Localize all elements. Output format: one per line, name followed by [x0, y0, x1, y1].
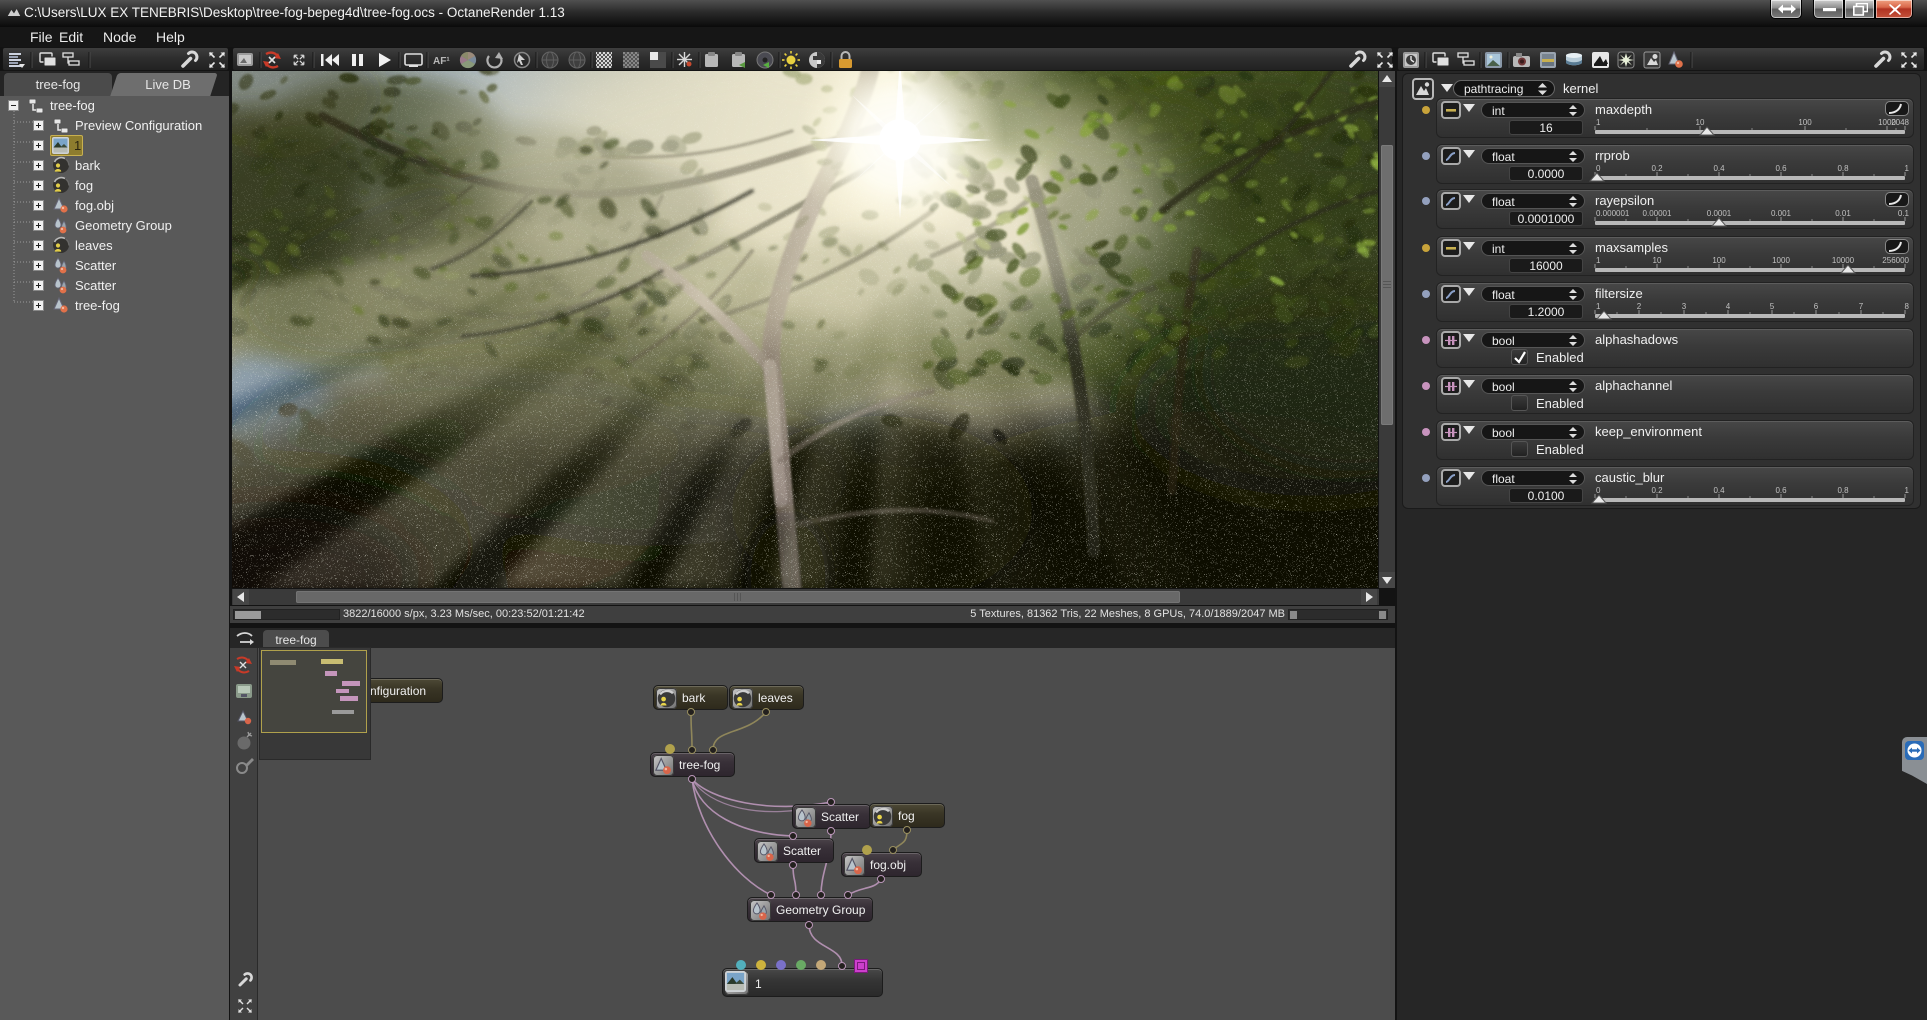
svg-text:100: 100 [1798, 118, 1812, 127]
svg-text:0.0001: 0.0001 [1707, 209, 1732, 218]
svg-text:0.000001: 0.000001 [1596, 209, 1630, 218]
svg-text:0.8: 0.8 [1837, 164, 1849, 173]
svg-text:10000: 10000 [1832, 256, 1855, 265]
svg-text:0.4: 0.4 [1713, 164, 1725, 173]
svg-text:0.2: 0.2 [1651, 486, 1663, 495]
svg-text:8: 8 [1905, 302, 1910, 311]
svg-text:3: 3 [1682, 302, 1687, 311]
svg-text:1: 1 [1596, 302, 1601, 311]
svg-text:100: 100 [1712, 256, 1726, 265]
svg-text:0.6: 0.6 [1775, 164, 1787, 173]
svg-text:0: 0 [1596, 486, 1601, 495]
svg-text:2048: 2048 [1891, 118, 1909, 127]
svg-text:0: 0 [1596, 164, 1601, 173]
svg-text:1: 1 [1596, 256, 1601, 265]
svg-text:1: 1 [1905, 486, 1910, 495]
svg-text:0.00001: 0.00001 [1643, 209, 1672, 218]
svg-text:6: 6 [1814, 302, 1819, 311]
svg-text:5: 5 [1770, 302, 1775, 311]
svg-text:1: 1 [1905, 164, 1910, 173]
svg-text:0.2: 0.2 [1651, 164, 1663, 173]
svg-text:1: 1 [1596, 118, 1601, 127]
svg-text:0.8: 0.8 [1837, 486, 1849, 495]
svg-text:0.001: 0.001 [1771, 209, 1792, 218]
svg-text:7: 7 [1859, 302, 1864, 311]
svg-text:1000: 1000 [1772, 256, 1790, 265]
svg-text:4: 4 [1726, 302, 1731, 311]
svg-text:10: 10 [1653, 256, 1662, 265]
svg-text:0.6: 0.6 [1775, 486, 1787, 495]
svg-text:2: 2 [1637, 302, 1642, 311]
svg-text:0.01: 0.01 [1835, 209, 1851, 218]
svg-text:0.1: 0.1 [1898, 209, 1910, 218]
svg-text:256000: 256000 [1882, 256, 1909, 265]
svg-text:0.4: 0.4 [1713, 486, 1725, 495]
svg-text:10: 10 [1696, 118, 1705, 127]
svg-text:AF¹: AF¹ [433, 56, 450, 67]
